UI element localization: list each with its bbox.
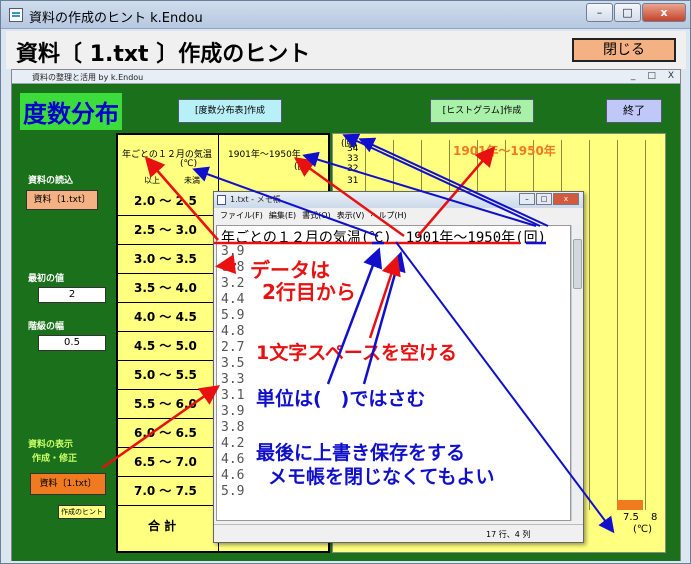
load-label: 資料の読込 — [28, 176, 74, 186]
end-button[interactable]: 終了 — [606, 99, 662, 123]
menu-help[interactable]: ヘルプ(H) — [370, 210, 406, 224]
table-row: 3.0 〜 3.5 — [118, 245, 218, 274]
maximize-button[interactable]: □ — [614, 3, 641, 22]
notepad-data-line: 3.8 — [221, 420, 245, 435]
x-tick-label: 8 — [651, 512, 658, 523]
table-row: 4.5 〜 5.0 — [118, 332, 218, 361]
annotation-data-from-line2: 2行目から — [262, 280, 356, 304]
table-row: 6.5 〜 7.0 — [118, 448, 218, 477]
table-row: 5.0 〜 5.5 — [118, 361, 218, 390]
first-value-label: 最初の値 — [28, 274, 65, 284]
notepad-status-bar: 17 行、4 列 — [214, 524, 583, 542]
edit-label: 作成・修正 — [32, 454, 78, 464]
menu-file[interactable]: ファイル(F) — [220, 210, 263, 224]
annotation-unit: 単位は( )ではさむ — [256, 388, 426, 410]
notepad-data-line: 3.2 — [221, 276, 245, 291]
annotation-space: 1文字スペースを空ける — [256, 342, 457, 364]
notepad-minimize-button[interactable]: – — [519, 193, 535, 205]
cursor-position: 17 行、4 列 — [486, 530, 531, 539]
y-tick-label: 32 — [347, 164, 359, 174]
notepad-data-line: 4.6 — [221, 452, 245, 467]
table-row: 4.0 〜 4.5 — [118, 303, 218, 332]
inner-close-icon: X — [667, 71, 674, 81]
annotation-no-close: メモ帳を閉じなくてもよい — [268, 466, 495, 488]
annotation-save: 最後に上書き保存をする — [256, 442, 466, 464]
y-tick-label: 34 — [347, 144, 359, 154]
window-title: 資料の作成のヒント k.Endou — [29, 11, 203, 26]
notepad-data-line: 3.5 — [221, 356, 245, 371]
notepad-menubar: ファイル(F) 編集(E) 書式(O) 表示(V) ヘルプ(H) — [214, 210, 583, 224]
inner-window-title: 資料の整理と活用 by k.Endou — [32, 73, 144, 82]
notepad-close-button[interactable]: x — [553, 193, 579, 205]
notepad-maximize-button[interactable]: □ — [536, 193, 552, 205]
notepad-header-line: 年ごとの１２月の気温(℃) 1901年〜1950年(回) — [221, 230, 547, 246]
frequency-distribution-label: 度数分布 — [20, 93, 122, 130]
menu-edit[interactable]: 編集(E) — [269, 210, 296, 224]
table-header-left: 年ごとの１２月の気温 — [122, 150, 212, 160]
notepad-data-line: 4.2 — [221, 436, 245, 451]
table-row: 5.5 〜 6.0 — [118, 390, 218, 419]
make-table-button[interactable]: [度数分布表]作成 — [178, 99, 282, 123]
minimize-button[interactable]: – — [586, 3, 613, 22]
header-panel: 資料〔 1.txt 〕作成のヒント 閉じる — [6, 31, 686, 69]
notepad-data-line: 4.8 — [221, 324, 245, 339]
display-label: 資料の表示 — [28, 440, 74, 450]
notepad-data-line: 5.9 — [221, 308, 245, 323]
inner-minimize-icon: _ — [630, 71, 636, 81]
notepad-data-line: 4.4 — [221, 292, 245, 307]
x-tick-label: 7.5 — [623, 512, 639, 523]
chart-x-unit: (℃) — [633, 524, 653, 535]
make-histogram-button[interactable]: [ヒストグラム]作成 — [430, 99, 534, 123]
notepad-data-line: 3.9 — [221, 244, 245, 259]
chart-title: 1901年〜1950年 — [453, 144, 556, 158]
table-row: 2.0 〜 2.5 — [118, 187, 218, 216]
notepad-data-line: 5.9 — [221, 484, 245, 499]
y-tick-label: 31 — [347, 176, 359, 186]
class-width-label: 階級の幅 — [28, 322, 65, 332]
table-header-right: 1901年〜1950年 — [228, 150, 301, 160]
scrollbar-thumb[interactable] — [573, 239, 582, 289]
table-header-right-unit: (回) — [294, 162, 311, 172]
notepad-title-bar[interactable]: 1.txt - メモ帳 – □ x — [214, 192, 583, 208]
notepad-title: 1.txt - メモ帳 — [230, 195, 281, 204]
table-header-left-unit: (℃) — [180, 159, 198, 169]
notepad-data-line: 4.6 — [221, 468, 245, 483]
close-button[interactable]: x — [642, 3, 686, 22]
app-icon — [9, 8, 23, 22]
close-hint-button[interactable]: 閉じる — [572, 38, 676, 62]
table-row: 6.0 〜 6.5 — [118, 419, 218, 448]
table-row: 2.5 〜 3.0 — [118, 216, 218, 245]
notepad-data-line: 6.8 — [221, 260, 245, 275]
hint-button[interactable]: 作成のヒント — [58, 505, 106, 519]
notepad-data-line: 3.3 — [221, 372, 245, 387]
notepad-data-line: 3.1 — [221, 388, 245, 403]
first-value-input[interactable]: 2 — [38, 287, 106, 303]
menu-view[interactable]: 表示(V) — [337, 210, 365, 224]
menu-format[interactable]: 書式(O) — [302, 210, 331, 224]
table-sub-lower: 以上 — [144, 176, 160, 185]
table-total-label: 合 計 — [148, 519, 177, 533]
table-sub-upper: 未満 — [184, 176, 200, 185]
notepad-data-line: 3.9 — [221, 404, 245, 419]
table-row: 7.0 〜 7.5 — [118, 477, 218, 506]
notepad-icon — [217, 195, 226, 205]
page-title: 資料〔 1.txt 〕作成のヒント — [16, 42, 311, 67]
histogram-bar — [617, 500, 643, 510]
notepad-scrollbar[interactable] — [571, 225, 583, 521]
class-width-input[interactable]: 0.5 — [38, 335, 106, 351]
inner-maximize-icon: □ — [647, 71, 656, 81]
table-row: 3.5 〜 4.0 — [118, 274, 218, 303]
display-file-button[interactable]: 資料〔1.txt〕 — [30, 473, 106, 495]
title-bar[interactable]: 資料の作成のヒント k.Endou – □ x — [1, 1, 690, 29]
notepad-data-line: 2.7 — [221, 340, 245, 355]
load-file-button[interactable]: 資料〔1.txt〕 — [26, 190, 98, 210]
y-tick-label: 33 — [347, 154, 359, 164]
notepad-window: 1.txt - メモ帳 – □ x ファイル(F) 編集(E) 書式(O) 表示… — [213, 191, 584, 543]
inner-title-bar: 資料の整理と活用 by k.Endou _ □ X — [12, 70, 680, 84]
